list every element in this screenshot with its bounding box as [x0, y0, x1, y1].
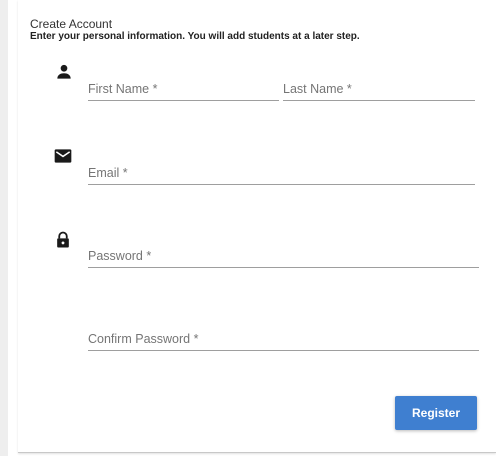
confirm-password-field[interactable] [88, 328, 479, 351]
email-field[interactable] [88, 162, 475, 185]
last-name-input[interactable] [283, 80, 475, 98]
card-subtitle: Enter your personal information. You wil… [30, 31, 360, 42]
card-title: Create Account [30, 17, 113, 31]
last-name-field[interactable] [283, 78, 475, 101]
email-input[interactable] [88, 164, 475, 182]
page: Create Account Enter your personal infor… [0, 0, 496, 456]
register-button[interactable]: Register [395, 396, 477, 430]
first-name-field[interactable] [88, 78, 279, 101]
lock-icon [53, 230, 73, 250]
password-input[interactable] [88, 247, 479, 265]
person-icon [54, 62, 74, 82]
left-scroll-gutter [0, 0, 8, 456]
confirm-password-input[interactable] [88, 330, 479, 348]
create-account-card: Create Account Enter your personal infor… [18, 0, 496, 453]
envelope-icon [53, 146, 73, 166]
password-field[interactable] [88, 245, 479, 268]
first-name-input[interactable] [88, 80, 279, 98]
